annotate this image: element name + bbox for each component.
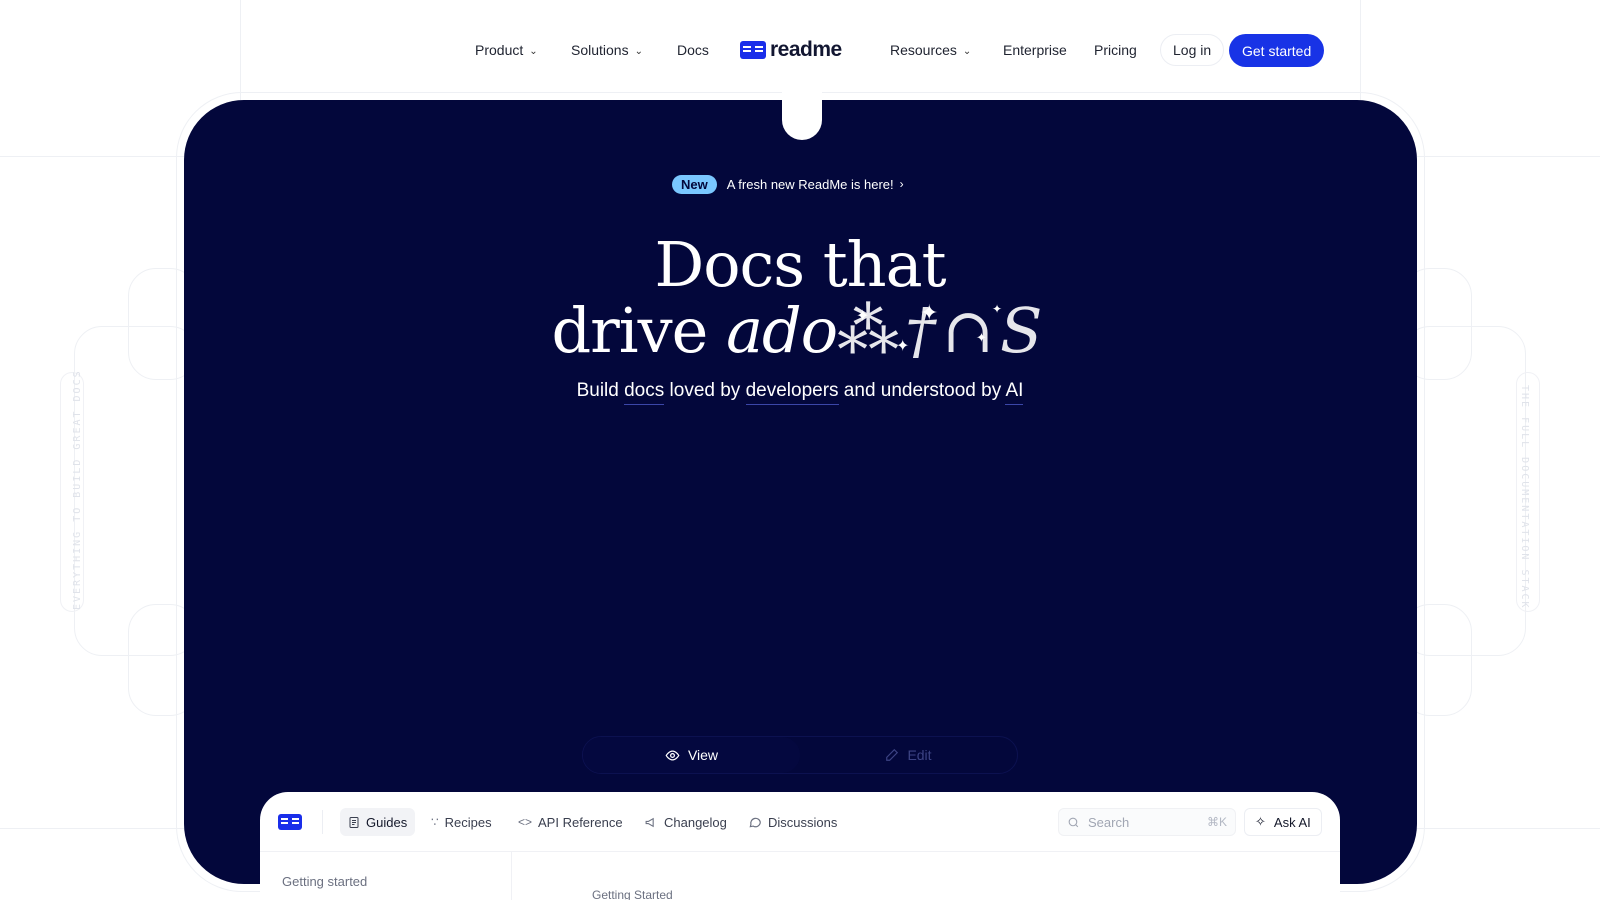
- megaphone-icon: [645, 817, 654, 827]
- frame-line: [1417, 828, 1600, 829]
- nav-solutions-label: Solutions: [571, 42, 629, 58]
- headline-emphasis-animated: ⁂†∩S: [837, 294, 1049, 367]
- view-edit-toggle: View Edit: [582, 736, 1018, 774]
- subheadline-link-ai[interactable]: AI: [1005, 380, 1024, 405]
- nav-resources-label: Resources: [890, 42, 957, 58]
- announcement-text: A fresh new ReadMe is here!: [726, 176, 894, 192]
- search-shortcut: ⌘K: [1206, 815, 1227, 829]
- sparkle-icon: ✦: [992, 302, 1003, 316]
- divider: [511, 852, 512, 900]
- view-label: View: [687, 747, 719, 763]
- nav-docs[interactable]: Docs: [677, 28, 709, 72]
- pencil-icon: [886, 748, 899, 761]
- chevron-down-icon: ⌄: [962, 45, 972, 57]
- ask-ai-button[interactable]: ✧ Ask AI: [1244, 808, 1322, 836]
- docs-preview-card: Guides ∵ Recipes <> API Reference Change…: [260, 792, 1340, 900]
- subheadline: Build docs loved by developers and under…: [400, 380, 1200, 405]
- frame-line: [0, 828, 185, 829]
- search-placeholder: Search: [1088, 814, 1130, 830]
- frame-line: [0, 156, 185, 157]
- nav-solutions[interactable]: Solutions ⌄: [571, 28, 643, 72]
- login-button[interactable]: Log in: [1160, 34, 1225, 66]
- tab-guides[interactable]: Guides: [340, 808, 416, 836]
- code-icon: <>: [518, 815, 533, 829]
- ask-ai-label: Ask AI: [1273, 814, 1311, 830]
- side-label-left: EVERYTHING TO BUILD GREAT DOCS: [72, 369, 83, 610]
- readme-logo[interactable]: readme: [740, 28, 842, 72]
- subheadline-link-docs[interactable]: docs: [624, 380, 665, 405]
- tab-recipes-label: Recipes: [444, 814, 492, 830]
- logo-text: readme: [770, 38, 842, 61]
- sparkle-icon: ✦: [920, 300, 939, 325]
- frame-line: [1417, 156, 1600, 157]
- divider: [322, 810, 323, 834]
- get-started-button[interactable]: Get started: [1229, 34, 1325, 67]
- book-logo-icon: [740, 41, 766, 59]
- view-toggle-button[interactable]: View: [583, 737, 800, 773]
- subheadline-text: loved by: [664, 380, 746, 401]
- book-logo-icon[interactable]: [278, 814, 302, 830]
- sidebar-heading[interactable]: Getting started: [282, 874, 367, 889]
- headline-line-1: Docs that: [654, 228, 946, 301]
- eye-icon: [665, 749, 680, 761]
- tab-changelog-label: Changelog: [664, 814, 727, 830]
- search-input[interactable]: Search ⌘K: [1058, 808, 1236, 836]
- hero-notch: [782, 88, 822, 140]
- docs-preview-topbar: Guides ∵ Recipes <> API Reference Change…: [260, 792, 1340, 852]
- tab-discussions[interactable]: Discussions: [740, 808, 845, 836]
- nav-enterprise[interactable]: Enterprise: [1003, 28, 1067, 72]
- tab-changelog[interactable]: Changelog: [636, 808, 735, 836]
- search-icon: [1068, 817, 1079, 827]
- edit-toggle-button[interactable]: Edit: [800, 737, 1017, 773]
- tab-discussions-label: Discussions: [768, 814, 838, 830]
- nav-resources[interactable]: Resources ⌄: [890, 28, 971, 72]
- nav-product-label: Product: [475, 42, 524, 58]
- nav-pricing-label: Pricing: [1094, 42, 1137, 58]
- sparkle-icon: ✦: [856, 308, 870, 325]
- announcement-link[interactable]: New A fresh new ReadMe is here! ›: [672, 173, 904, 195]
- side-label-right: THE FULL DOCUMENTATION STACK: [1519, 385, 1530, 610]
- subheadline-link-developers[interactable]: developers: [745, 380, 839, 405]
- headline-line-2: drive ado⁂†∩S: [400, 298, 1200, 364]
- chevron-down-icon: ⌄: [529, 45, 538, 57]
- nav-docs-label: Docs: [677, 42, 709, 58]
- tab-recipes[interactable]: ∵ Recipes: [423, 808, 500, 836]
- nav-product[interactable]: Product ⌄: [475, 28, 538, 72]
- sparkle-icon: ✦: [976, 330, 987, 345]
- nav-pricing[interactable]: Pricing: [1094, 28, 1137, 72]
- tab-api-reference[interactable]: <> API Reference: [510, 808, 631, 836]
- sparkle-icon: ✧: [1255, 814, 1266, 829]
- headline-emphasis: ado: [726, 294, 838, 367]
- edit-label: Edit: [907, 747, 932, 763]
- main-section-heading: Getting Started: [592, 888, 673, 900]
- tab-guides-label: Guides: [366, 814, 408, 830]
- recipes-icon: ∵: [431, 815, 439, 829]
- top-navigation: Product ⌄ Solutions ⌄ Docs readme Resour…: [0, 28, 1600, 72]
- chevron-down-icon: ⌄: [634, 45, 643, 57]
- chat-icon: [749, 817, 761, 828]
- subheadline-text: and understood by: [838, 380, 1006, 401]
- nav-enterprise-label: Enterprise: [1003, 42, 1067, 58]
- headline-plain: drive: [551, 294, 727, 367]
- subheadline-text: Build: [576, 380, 625, 401]
- sparkle-icon: ✦: [896, 338, 910, 355]
- new-badge: New: [672, 174, 717, 194]
- tab-api-reference-label: API Reference: [538, 814, 623, 830]
- chevron-right-icon: ›: [899, 177, 904, 191]
- document-icon: [349, 816, 359, 828]
